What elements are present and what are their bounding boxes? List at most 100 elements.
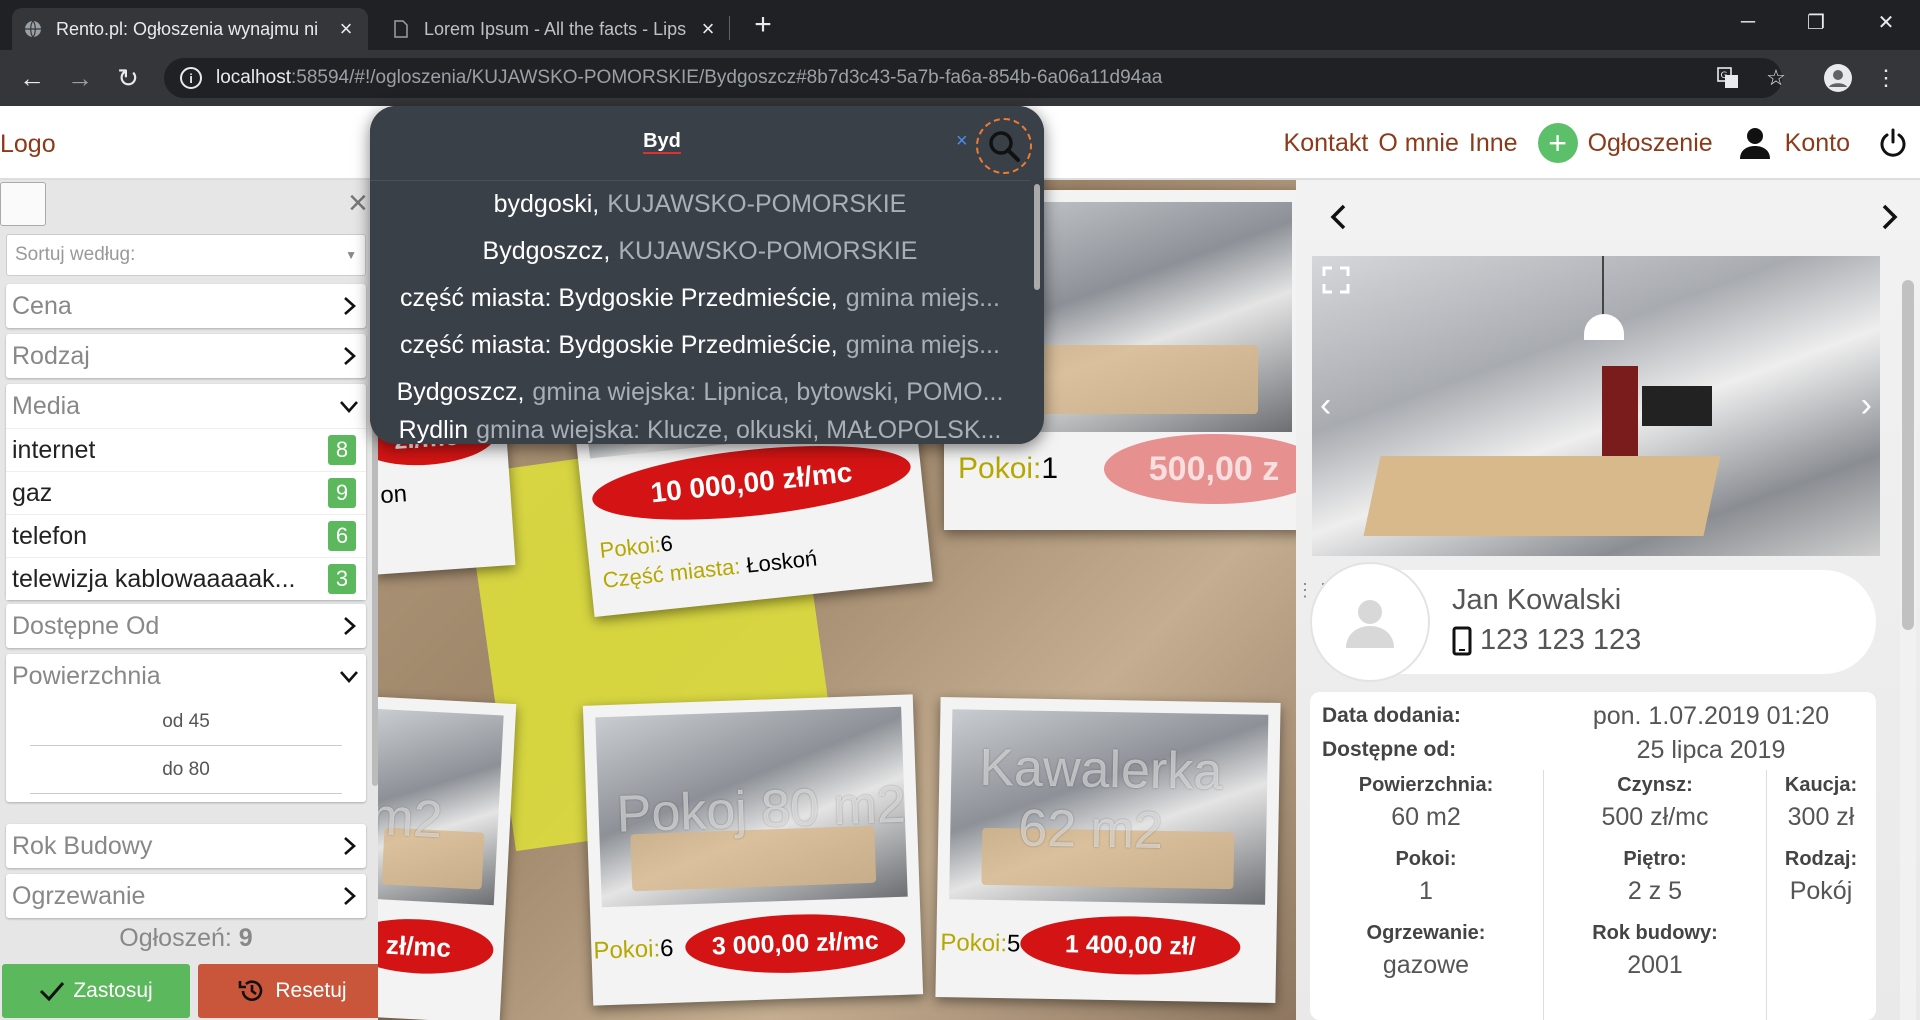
translate-icon[interactable]: G xyxy=(1710,60,1746,96)
logo[interactable]: Logo xyxy=(0,130,56,159)
document-icon xyxy=(392,20,410,38)
search-bar: Byd × xyxy=(370,106,1044,180)
filter-dostepne-od[interactable]: Dostępne Od xyxy=(6,604,366,648)
tab-separator xyxy=(729,16,730,40)
sort-select[interactable]: Sortuj według: ▼ xyxy=(6,234,366,276)
nav-kontakt[interactable]: Kontakt xyxy=(1284,129,1369,158)
suggestion-item[interactable]: część miasta: Bydgoskie Przedmieście, gmi… xyxy=(370,322,1030,369)
power-icon[interactable] xyxy=(1878,128,1908,158)
count-badge: 6 xyxy=(328,521,356,551)
search-icon xyxy=(989,131,1020,162)
filter-label: Ogrzewanie xyxy=(12,881,146,910)
chevron-down-icon xyxy=(340,401,358,413)
nav-o-mnie[interactable]: O mnie xyxy=(1378,129,1459,158)
listing-card[interactable]: m2 zł/mc xyxy=(378,696,517,1020)
bookmark-star-icon[interactable]: ☆ xyxy=(1758,60,1794,96)
nav-inne[interactable]: Inne xyxy=(1469,129,1518,158)
sidebar-close-icon[interactable]: × xyxy=(348,184,368,223)
next-listing-arrow-icon[interactable] xyxy=(1874,202,1904,232)
listing-card[interactable]: Kawalerka 62 m2 Pokoi:5 1 400,00 zł/ xyxy=(935,697,1281,1003)
rooms-text: Pokoi:1 xyxy=(958,452,1059,485)
owner-name: Jan Kowalski xyxy=(1452,584,1622,616)
close-window-icon[interactable]: ✕ xyxy=(1856,0,1916,44)
profile-avatar-icon[interactable] xyxy=(1820,60,1856,96)
media-item[interactable]: telewizja kablowaaaaak... 3 xyxy=(6,557,366,600)
filter-cena[interactable]: Cena xyxy=(6,284,366,328)
detail-scrollbar-thumb[interactable] xyxy=(1902,280,1914,630)
reset-button[interactable]: Resetuj xyxy=(198,964,386,1018)
clear-search-icon[interactable]: × xyxy=(956,130,968,153)
previous-listing-arrow-icon[interactable] xyxy=(1324,202,1354,232)
count-badge: 3 xyxy=(328,564,356,594)
grid-pietro: Piętro: 2 z 5 xyxy=(1623,848,1687,905)
suggestion-item[interactable]: część miasta: Bydgoskie Przedmieście, gmi… xyxy=(370,275,1030,322)
suggestion-item[interactable]: Rydlin gmina wiejska: Klucze, olkuski, MA… xyxy=(370,416,1030,444)
filter-rodzaj[interactable]: Rodzaj xyxy=(6,334,366,378)
filter-label: Media xyxy=(12,391,81,420)
grid-pokoi: Pokoi: 1 xyxy=(1395,848,1457,905)
owner-phone[interactable]: 123 123 123 xyxy=(1452,624,1641,657)
filter-media-header[interactable]: Media xyxy=(6,384,366,428)
media-item[interactable]: internet 8 xyxy=(6,428,366,471)
added-value: pon. 1.07.2019 01:20 xyxy=(1592,702,1830,730)
tab-close-icon[interactable]: × xyxy=(336,16,356,42)
media-item[interactable]: gaz 9 xyxy=(6,471,366,514)
grid-rok-budowy: Rok budowy: 2001 xyxy=(1592,922,1718,979)
area-to-input[interactable]: do 80 xyxy=(30,746,342,794)
grid-ogrzewanie: Ogrzewanie: gazowe xyxy=(1366,922,1486,979)
fullscreen-icon[interactable] xyxy=(1322,266,1350,294)
address-bar[interactable]: i localhost:58594/#!/ogloszenia/KUJAWSKO… xyxy=(164,58,1782,98)
new-tab-plus-icon[interactable]: + xyxy=(748,8,778,42)
browser-tab-strip: Rento.pl: Ogłoszenia wynajmu ni × Lorem … xyxy=(0,0,1920,50)
nav-konto[interactable]: Konto xyxy=(1785,129,1850,158)
listing-info-card: Data dodania: pon. 1.07.2019 01:20 Dostę… xyxy=(1310,692,1876,1020)
apply-button[interactable]: Zastosuj xyxy=(2,964,190,1018)
browser-tab-lipsum[interactable]: Lorem Ipsum - All the facts - Lips × xyxy=(380,8,730,50)
browser-toolbar: ← → ↻ i localhost:58594/#!/ogloszenia/KU… xyxy=(0,50,1920,106)
filter-rok-budowy[interactable]: Rok Budowy xyxy=(6,824,366,868)
restore-icon[interactable]: ❐ xyxy=(1786,0,1846,44)
browser-tab-rento[interactable]: Rento.pl: Ogłoszenia wynajmu ni × xyxy=(12,8,368,50)
nav-ogloszenie[interactable]: Ogłoszenie xyxy=(1588,129,1713,158)
price-tag: 3 000,00 zł/mc xyxy=(684,910,907,977)
filter-media: Media internet 8 gaz 9 telefon 6 telewizja … xyxy=(6,384,366,600)
media-list: internet 8 gaz 9 telefon 6 telewizja kablow… xyxy=(6,428,366,600)
suggestion-item[interactable]: Bydgoszcz, KUJAWSKO-POMORSKIE xyxy=(370,228,1030,275)
rooms-text: Pokoi:6 xyxy=(598,530,675,563)
add-listing-plus-icon[interactable]: + xyxy=(1537,123,1578,163)
count-badge: 9 xyxy=(328,478,356,508)
listing-detail-panel: ‹ › ⋮⋮ Jan Kowalski 123 123 123 Data dod… xyxy=(1296,180,1920,1020)
listing-card[interactable]: Pokoj 80 m2 Pokoi:6 3 000,00 zł/mc xyxy=(582,694,924,1006)
tab-close-icon[interactable]: × xyxy=(698,16,718,42)
filter-powierzchnia-header[interactable]: Powierzchnia xyxy=(6,654,366,698)
photo-overlay-text: m2 xyxy=(378,787,444,850)
search-button[interactable] xyxy=(976,118,1032,174)
site-info-icon[interactable]: i xyxy=(180,67,202,89)
chevron-right-icon xyxy=(344,837,356,855)
suggestion-item[interactable]: bydgoski, KUJAWSKO-POMORSKIE xyxy=(370,181,1030,228)
tab-title: Rento.pl: Ogłoszenia wynajmu ni xyxy=(56,18,319,39)
media-item[interactable]: telefon 6 xyxy=(6,514,366,557)
chevron-down-icon xyxy=(340,671,358,683)
search-input[interactable]: Byd xyxy=(370,130,954,154)
browser-menu-icon[interactable]: ⋮ xyxy=(1868,60,1904,96)
chevron-right-icon xyxy=(344,617,356,635)
gallery-next-icon[interactable]: › xyxy=(1861,386,1872,425)
svg-text:G: G xyxy=(1721,71,1728,81)
user-icon[interactable] xyxy=(1737,125,1773,161)
sidebar-toggle-box[interactable] xyxy=(0,182,46,226)
back-arrow-icon[interactable]: ← xyxy=(12,60,52,96)
filter-ogrzewanie[interactable]: Ogrzewanie xyxy=(6,874,366,918)
forward-arrow-icon[interactable]: → xyxy=(60,60,100,96)
grid-kaucja: Kaucja: 300 zł xyxy=(1784,774,1858,831)
price-tag: zł/mc xyxy=(378,915,495,978)
minimize-icon[interactable]: ─ xyxy=(1718,0,1778,44)
filter-powierzchnia: Powierzchnia od 45 do 80 xyxy=(6,654,366,802)
suggestion-scrollbar[interactable] xyxy=(1034,184,1040,290)
suggestion-item[interactable]: Bydgoszcz, gmina wiejska: Lipnica, bytows… xyxy=(370,369,1030,416)
reload-icon[interactable]: ↻ xyxy=(108,60,148,96)
gallery-prev-icon[interactable]: ‹ xyxy=(1320,386,1331,425)
area-from-input[interactable]: od 45 xyxy=(30,698,342,746)
listing-gallery-photo[interactable]: ‹ › xyxy=(1312,256,1880,556)
history-icon xyxy=(239,980,263,1001)
